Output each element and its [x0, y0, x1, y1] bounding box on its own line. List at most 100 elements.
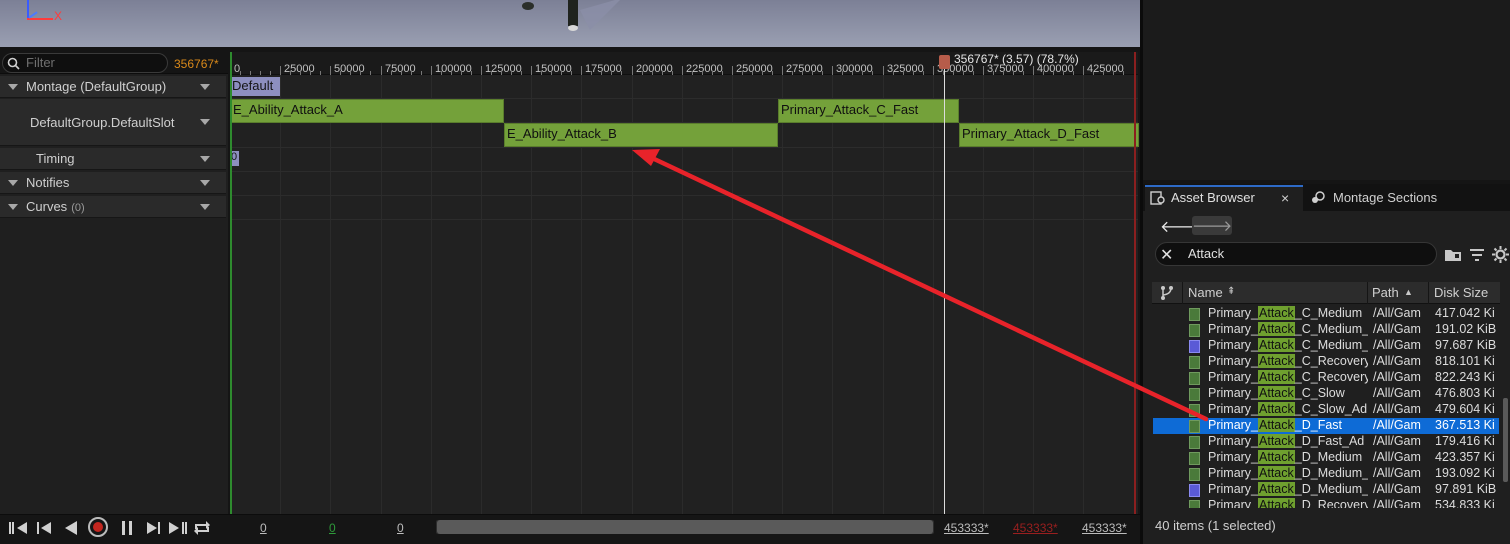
asset-disk-size: 479.604 Ki: [1435, 402, 1495, 416]
ruler-minor-tick: [812, 71, 813, 75]
ruler-tick: [531, 66, 532, 75]
dropdown-arrow-icon[interactable]: [200, 204, 210, 210]
asset-name: Primary_Attack_C_Slow_Ad: [1208, 402, 1368, 416]
asset-path: /All/Gam: [1373, 482, 1421, 496]
montage-section-default[interactable]: Default: [230, 77, 280, 96]
clear-search-icon[interactable]: ✕: [1160, 245, 1173, 265]
asset-name-suffix: _D_Fast: [1294, 418, 1343, 432]
pause-icon[interactable]: [116, 518, 138, 538]
asset-name: Primary_Attack_C_Medium_: [1208, 338, 1368, 352]
asset-disk-size: 367.513 Ki: [1435, 418, 1495, 432]
working-start-field[interactable]: 0: [329, 521, 336, 535]
dropdown-arrow-icon[interactable]: [200, 119, 210, 125]
asset-row[interactable]: Primary_Attack_C_Medium_ /All/Gam 191.02 K…: [1153, 322, 1499, 338]
track-timing[interactable]: Timing: [0, 148, 226, 170]
asset-row[interactable]: Primary_Attack_C_Medium_ /All/Gam 97.687 K…: [1153, 338, 1499, 354]
asset-row[interactable]: Primary_Attack_C_Recovery/All/Gam 822.243…: [1153, 370, 1499, 386]
asset-row[interactable]: Primary_Attack_D_Medium/All/Gam 423.357 K…: [1153, 450, 1499, 466]
segment-primary-attack-d-fast[interactable]: Primary_Attack_D_Fast: [959, 123, 1139, 147]
skip-to-start-icon[interactable]: [8, 518, 30, 538]
track-curves[interactable]: Curves (0): [0, 196, 226, 218]
anim-sequence-icon: [1189, 468, 1200, 481]
view-end-field[interactable]: 453333*: [944, 521, 989, 535]
dropdown-arrow-icon[interactable]: [200, 156, 210, 162]
track-slot[interactable]: DefaultGroup.DefaultSlot: [0, 99, 226, 146]
playhead-time-label: 356767* (3.57) (78.7%): [954, 52, 1079, 66]
asset-name: Primary_Attack_C_Recovery: [1208, 354, 1368, 368]
loop-icon[interactable]: [191, 518, 213, 538]
ruler-minor-tick: [702, 71, 703, 75]
track-montage[interactable]: Montage (DefaultGroup): [0, 76, 226, 98]
segment-ability-attack-b[interactable]: E_Ability_Attack_B: [504, 123, 778, 147]
asset-row[interactable]: Primary_Attack_D_Medium_ /All/Gam 193.092 …: [1153, 466, 1499, 482]
settings-gear-icon[interactable]: [1492, 246, 1509, 263]
back-arrow-icon[interactable]: 🡐: [1160, 216, 1203, 236]
play-reverse-icon[interactable]: [60, 518, 82, 538]
asset-browser-icon: [1150, 191, 1165, 205]
playhead-line[interactable]: [944, 64, 945, 514]
ruler-minor-tick: [370, 71, 371, 75]
asset-path: /All/Gam: [1373, 402, 1421, 416]
asset-row[interactable]: Primary_Attack_D_Recovery/All/Gam 534.833…: [1153, 498, 1499, 508]
search-icon: [7, 57, 20, 70]
column-separator: [1428, 282, 1429, 304]
asset-row[interactable]: Primary_Attack_D_Fast_Ad/All/Gam 179.416 …: [1153, 434, 1499, 450]
dropdown-arrow-icon[interactable]: [200, 84, 210, 90]
ruler-minor-tick: [611, 71, 612, 75]
skip-to-end-icon[interactable]: [166, 518, 188, 538]
playhead-handle[interactable]: [939, 55, 950, 69]
asset-row[interactable]: Primary_Attack_C_Slow/All/Gam 476.803 Ki: [1153, 386, 1499, 402]
tab-montage-sections[interactable]: Montage Sections: [1333, 190, 1437, 205]
ruler-tick: [933, 66, 934, 75]
search-highlight: Attack: [1258, 402, 1295, 416]
collapse-arrow-icon[interactable]: [8, 84, 18, 90]
step-forward-icon[interactable]: [142, 518, 164, 538]
source-control-icon[interactable]: [1160, 285, 1174, 301]
asset-name: Primary_Attack_D_Fast: [1208, 418, 1368, 432]
column-name[interactable]: Name: [1188, 285, 1223, 300]
asset-name: Primary_Attack_D_Fast_Ad: [1208, 434, 1368, 448]
timeline-scrollbar-thumb[interactable]: [437, 520, 933, 534]
asset-row[interactable]: Primary_Attack_C_Slow_Ad/All/Gam 479.604 …: [1153, 402, 1499, 418]
segment-primary-attack-c-fast[interactable]: Primary_Attack_C_Fast: [778, 99, 959, 123]
search-highlight: Attack: [1258, 386, 1295, 400]
filter-icon[interactable]: [1469, 248, 1485, 262]
grid-line: [933, 75, 934, 514]
step-back-icon[interactable]: [34, 518, 56, 538]
search-highlight: Attack: [1258, 498, 1295, 508]
ruler-minor-tick: [1093, 71, 1094, 75]
curves-count: (0): [71, 202, 85, 214]
view-start-field[interactable]: 0: [260, 521, 267, 535]
collapse-arrow-icon[interactable]: [8, 180, 18, 186]
close-tab-icon[interactable]: ×: [1281, 190, 1289, 206]
asset-name: Primary_Attack_D_Medium_: [1208, 466, 1368, 480]
asset-list-scrollbar[interactable]: [1503, 398, 1508, 482]
dropdown-arrow-icon[interactable]: [200, 180, 210, 186]
playback-end-field[interactable]: 453333*: [1082, 521, 1127, 535]
ruler-minor-tick: [722, 71, 723, 75]
asset-disk-size: 193.092 Ki: [1435, 466, 1495, 480]
forward-arrow-icon[interactable]: 🡒: [1192, 216, 1232, 235]
track-notifies[interactable]: Notifies: [0, 172, 226, 194]
ruler-minor-tick: [411, 71, 412, 75]
asset-name-suffix: _C_Medium_: [1294, 338, 1368, 352]
collapse-arrow-icon[interactable]: [8, 204, 18, 210]
working-end-field[interactable]: 453333*: [1013, 521, 1058, 535]
folder-icon[interactable]: [1444, 248, 1462, 262]
playback-start-field[interactable]: 0: [397, 521, 404, 535]
current-time-readout[interactable]: 356767*: [174, 57, 219, 71]
asset-row[interactable]: Primary_Attack_D_Medium_ /All/Gam 97.891 K…: [1153, 482, 1499, 498]
preview-viewport[interactable]: X: [0, 0, 1140, 47]
ruler-tick: [983, 66, 984, 75]
asset-row[interactable]: Primary_Attack_C_Recovery/All/Gam 818.101…: [1153, 354, 1499, 370]
column-path[interactable]: Path: [1372, 285, 1399, 300]
segment-ability-attack-a[interactable]: E_Ability_Attack_A: [230, 99, 504, 123]
asset-name-prefix: Primary_: [1208, 354, 1259, 368]
track-divider: [230, 195, 1138, 196]
asset-row[interactable]: Primary_Attack_C_Medium/All/Gam 417.042 K…: [1153, 306, 1499, 322]
asset-row[interactable]: Primary_Attack_D_Fast/All/Gam 367.513 Ki: [1153, 418, 1499, 434]
ruler-minor-tick: [270, 71, 271, 75]
column-disk-size[interactable]: Disk Size: [1434, 285, 1488, 300]
ruler-minor-tick: [652, 71, 653, 75]
record-button[interactable]: [88, 517, 108, 537]
